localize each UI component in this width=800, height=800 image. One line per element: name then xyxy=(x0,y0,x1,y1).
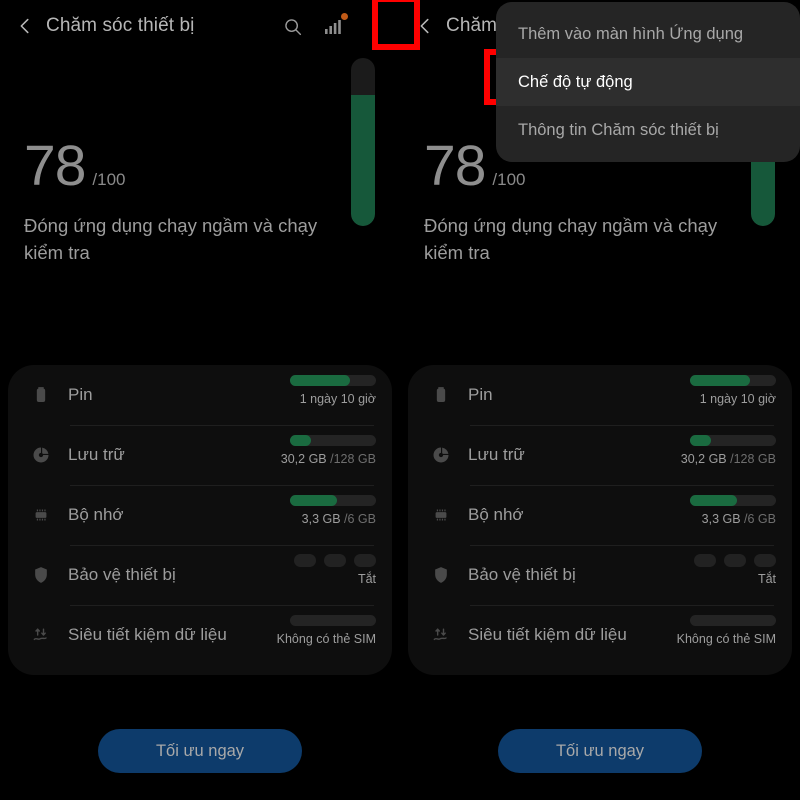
row-value: 30,2 GB /128 GB xyxy=(680,452,776,466)
progress-bar-fill xyxy=(690,495,738,506)
score-value: 78 xyxy=(424,134,486,198)
table-row[interactable]: Siêu tiết kiệm dữ liệu Không có thẻ SIM xyxy=(24,605,376,665)
row-label: Pin xyxy=(68,385,93,404)
score-denominator: /100 xyxy=(492,170,526,189)
data-saver-icon xyxy=(24,625,58,645)
back-icon[interactable] xyxy=(410,11,440,41)
table-row[interactable]: Siêu tiết kiệm dữ liệu Không có thẻ SIM xyxy=(424,605,776,665)
table-row[interactable]: Bộ nhớ 3,3 GB /6 GB xyxy=(24,485,376,545)
shield-icon xyxy=(424,565,458,585)
row-status: Không có thẻ SIM xyxy=(666,605,776,665)
battery-icon xyxy=(24,385,58,405)
menu-item-1[interactable]: Chế độ tự động xyxy=(496,58,800,106)
table-row[interactable]: Lưu trữ 30,2 GB /128 GB xyxy=(24,425,376,485)
memory-chip-icon xyxy=(424,505,458,525)
memory-chip-icon xyxy=(24,505,58,525)
score-value: 78 xyxy=(24,134,86,198)
progress-bar xyxy=(290,375,376,386)
row-value: 3,3 GB /6 GB xyxy=(701,512,776,526)
overflow-menu-icon[interactable] xyxy=(362,12,390,40)
progress-bar-fill xyxy=(690,435,711,446)
screenshot-root: Chăm sóc thiết bị 78 /100 Đóng ứng dụng … xyxy=(0,0,800,800)
row-status: 1 ngày 10 giờ xyxy=(666,365,776,425)
table-row[interactable]: Pin 1 ngày 10 giờ xyxy=(424,365,776,425)
table-row[interactable]: Bảo vệ thiết bị Tắt xyxy=(24,545,376,605)
progress-bar-fill xyxy=(690,375,751,386)
progress-bar-fill xyxy=(290,435,311,446)
signal-bars-icon[interactable] xyxy=(320,12,348,40)
data-saver-icon xyxy=(424,625,458,645)
battery-icon xyxy=(424,385,458,405)
row-value: 1 ngày 10 giờ xyxy=(699,392,776,406)
table-row[interactable]: Lưu trữ 30,2 GB /128 GB xyxy=(424,425,776,485)
row-label: Bảo vệ thiết bị xyxy=(468,565,576,584)
row-label: Lưu trữ xyxy=(468,445,525,464)
row-label: Siêu tiết kiệm dữ liệu xyxy=(468,625,627,644)
table-row[interactable]: Bảo vệ thiết bị Tắt xyxy=(424,545,776,605)
pie-chart-icon xyxy=(24,445,58,465)
table-row[interactable]: Bộ nhớ 3,3 GB /6 GB xyxy=(424,485,776,545)
row-status: 3,3 GB /6 GB xyxy=(266,485,376,545)
progress-bar-fill xyxy=(290,375,351,386)
progress-bar xyxy=(290,615,376,626)
row-label: Pin xyxy=(468,385,493,404)
score-area-left: 78 /100 Đóng ứng dụng chạy ngầm và chạy … xyxy=(0,52,400,352)
menu-item-0[interactable]: Thêm vào màn hình Ứng dụng xyxy=(496,10,800,58)
row-label: Lưu trữ xyxy=(68,445,125,464)
optimize-now-button[interactable]: Tối ưu ngay xyxy=(498,729,702,773)
row-value: 3,3 GB /6 GB xyxy=(301,512,376,526)
pie-chart-icon xyxy=(424,445,458,465)
score-description: Đóng ứng dụng chạy ngầm và chạy kiểm tra xyxy=(424,215,718,263)
overflow-dots xyxy=(374,17,378,35)
row-label: Bảo vệ thiết bị xyxy=(68,565,176,584)
row-label: Bộ nhớ xyxy=(68,505,124,524)
score-vertical-bar xyxy=(351,58,375,226)
row-status: Tắt xyxy=(666,545,776,605)
back-icon[interactable] xyxy=(10,11,40,41)
status-dots xyxy=(294,554,376,567)
signal-badge-dot xyxy=(341,13,348,20)
row-value: 30,2 GB /128 GB xyxy=(280,452,376,466)
table-row[interactable]: Pin 1 ngày 10 giờ xyxy=(24,365,376,425)
menu-item-2[interactable]: Thông tin Chăm sóc thiết bị xyxy=(496,106,800,154)
progress-bar xyxy=(290,435,376,446)
row-value: Tắt xyxy=(757,572,776,586)
row-status: Không có thẻ SIM xyxy=(266,605,376,665)
status-card-right: Pin 1 ngày 10 giờ Lưu trữ 30,2 GB /128 GB Bộ… xyxy=(408,365,792,675)
row-label: Bộ nhớ xyxy=(468,505,524,524)
app-bar-actions xyxy=(278,12,390,40)
overflow-dropdown-menu: Thêm vào màn hình Ứng dụng Chế độ tự động… xyxy=(496,2,800,162)
row-status: 30,2 GB /128 GB xyxy=(266,425,376,485)
row-value: Tắt xyxy=(357,572,376,586)
score-denominator: /100 xyxy=(92,170,126,189)
progress-bar-fill xyxy=(290,495,338,506)
row-status: 30,2 GB /128 GB xyxy=(666,425,776,485)
row-status: 1 ngày 10 giờ xyxy=(266,365,376,425)
row-label: Siêu tiết kiệm dữ liệu xyxy=(68,625,227,644)
panel-left: Chăm sóc thiết bị 78 /100 Đóng ứng dụng … xyxy=(0,0,400,800)
panel-right: Chăm 78 /100 Đóng ứng dụng chạy ngầm và … xyxy=(400,0,800,800)
page-title: Chăm sóc thiết bị xyxy=(46,15,195,36)
status-dots xyxy=(694,554,776,567)
row-value: 1 ngày 10 giờ xyxy=(299,392,376,406)
row-status: Tắt xyxy=(266,545,376,605)
score-row: 78 /100 xyxy=(24,138,376,195)
status-card-left: Pin 1 ngày 10 giờ Lưu trữ 30,2 GB /128 GB Bộ… xyxy=(8,365,392,675)
progress-bar xyxy=(690,435,776,446)
row-status: 3,3 GB /6 GB xyxy=(666,485,776,545)
search-icon[interactable] xyxy=(278,12,306,40)
progress-bar xyxy=(690,615,776,626)
app-bar-left: Chăm sóc thiết bị xyxy=(0,0,400,52)
progress-bar xyxy=(690,375,776,386)
score-vertical-bar-fill xyxy=(351,94,375,226)
shield-icon xyxy=(24,565,58,585)
optimize-now-button[interactable]: Tối ưu ngay xyxy=(98,729,302,773)
progress-bar xyxy=(290,495,376,506)
row-value: Không có thẻ SIM xyxy=(276,632,376,646)
score-description: Đóng ứng dụng chạy ngầm và chạy kiểm tra xyxy=(24,215,318,263)
row-value: Không có thẻ SIM xyxy=(676,632,776,646)
progress-bar xyxy=(690,495,776,506)
